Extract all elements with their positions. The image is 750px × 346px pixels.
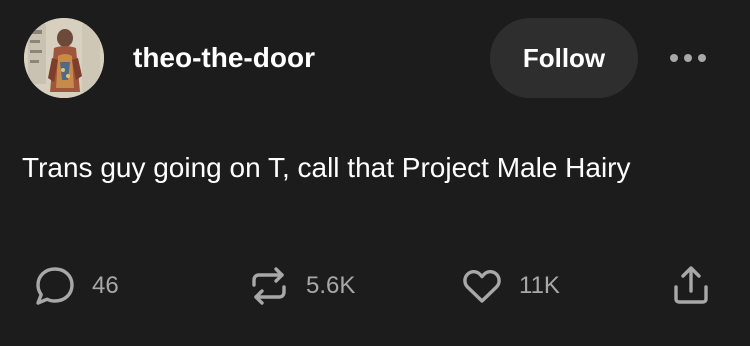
post-text: Trans guy going on T, call that Project … <box>22 152 631 183</box>
post-actions-bar: 46 5.6K 11K <box>0 262 750 312</box>
avatar-image <box>24 18 104 98</box>
post-username[interactable]: theo-the-door <box>133 42 315 74</box>
more-options-button[interactable] <box>660 38 716 78</box>
like-button[interactable]: 11K <box>459 262 560 310</box>
share-button[interactable] <box>668 262 714 310</box>
reply-button[interactable]: 46 <box>32 262 119 310</box>
more-horizontal-icon <box>670 54 706 62</box>
reply-count: 46 <box>92 272 119 299</box>
follow-button[interactable]: Follow <box>490 18 638 98</box>
share-upload-icon <box>674 266 708 304</box>
reblog-count: 5.6K <box>306 272 356 299</box>
reblog-button[interactable]: 5.6K <box>246 262 355 310</box>
repost-arrows-icon <box>252 267 286 305</box>
heart-icon <box>463 270 501 303</box>
avatar[interactable] <box>24 18 104 98</box>
like-count: 11K <box>519 272 560 299</box>
post-header: theo-the-door Follow <box>24 18 726 102</box>
post-card: theo-the-door Follow Trans guy going on … <box>0 0 750 346</box>
speech-bubble-icon <box>36 267 74 305</box>
